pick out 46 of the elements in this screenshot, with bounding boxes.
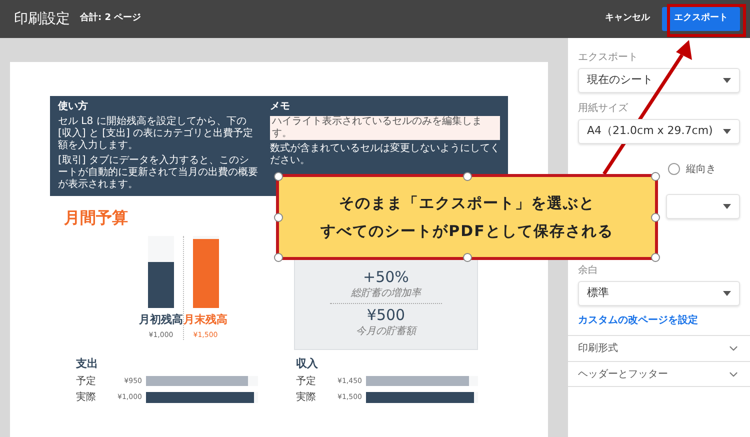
resize-handle[interactable] — [651, 172, 660, 181]
export-dropdown[interactable]: 現在のシート — [578, 68, 740, 93]
custom-page-breaks-link[interactable]: カスタムの改ページを設定 — [578, 313, 698, 328]
margins-dropdown[interactable]: 標準 — [578, 281, 740, 306]
stat-value: +50% — [363, 268, 409, 286]
caret-icon — [723, 78, 731, 83]
accordion-header[interactable]: ヘッダーとフッター — [568, 361, 750, 387]
callout-text: すべてのシートがPDFとして保存される — [320, 221, 614, 242]
field-label: 余白 — [578, 265, 599, 277]
highlighted-note: ハイライト表示されているセルのみを編集します。 — [270, 116, 500, 140]
resize-handle[interactable] — [463, 172, 472, 181]
export-button[interactable]: エクスポート — [662, 7, 740, 31]
stat-value: ¥500 — [366, 306, 406, 324]
field-label: 用紙サイズ — [578, 103, 629, 115]
resize-handle[interactable] — [274, 213, 283, 222]
row-label: 予定 — [76, 374, 97, 388]
section-title: 収入 — [296, 356, 319, 372]
section-title: 支出 — [76, 356, 99, 372]
dialog-title: 印刷設定 — [14, 10, 70, 28]
resize-handle[interactable] — [274, 253, 283, 262]
balance-label: 月末残高 — [184, 312, 228, 328]
accordion-header[interactable]: 印刷形式 — [568, 335, 750, 361]
balance-label: 月初残高 — [139, 312, 183, 328]
cancel-button[interactable]: キャンセル — [605, 12, 650, 26]
caret-icon — [723, 129, 731, 134]
memo-heading: メモ — [270, 101, 291, 113]
stat-caption: 総貯蓄の増加率 — [351, 286, 421, 301]
paper-size-dropdown[interactable]: A4（21.0cm x 29.7cm) — [578, 119, 740, 144]
resize-handle[interactable] — [651, 253, 660, 262]
memo-text: 数式が含まれているセルは変更しないようにしてください。 — [270, 143, 500, 167]
caret-icon — [723, 204, 731, 209]
page-count: 合計: 2 ページ — [80, 12, 142, 26]
notes-paragraph: [取引] タブにデータを入力すると、このシートが自動的に更新されて当月の出費の概要が表示されます。 — [58, 155, 258, 191]
callout-text: そのまま「エクスポート」を選ぶと — [339, 192, 595, 214]
caret-icon — [723, 291, 731, 296]
stat-caption: 今月の貯蓄額 — [356, 324, 416, 339]
notes-paragraph: セル L8 に開始残高を設定してから、下の [収入] と [支出] の表にカテゴリと出費予定額を入力します。 — [58, 116, 254, 152]
resize-handle[interactable] — [463, 253, 472, 262]
notes-heading: 使い方 — [58, 101, 89, 113]
orientation-radio[interactable]: 縦向き — [668, 162, 716, 176]
row-label: 実際 — [76, 390, 97, 404]
row-label: 予定 — [296, 374, 317, 388]
budget-title: 月間予算 — [64, 207, 128, 229]
field-label: エクスポート — [578, 52, 639, 64]
row-label: 実際 — [296, 390, 317, 404]
resize-handle[interactable] — [651, 213, 660, 222]
